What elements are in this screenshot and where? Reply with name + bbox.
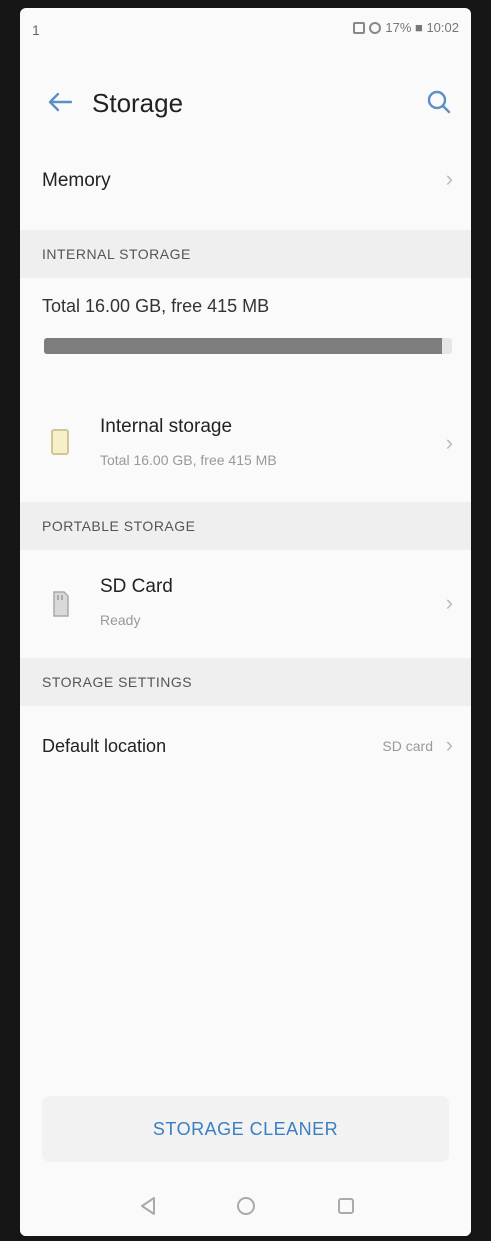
status-bar: 1 17% ■ 10:02 — [20, 8, 471, 52]
default-location-label: Default location — [42, 736, 167, 756]
section-header-label: PORTABLE STORAGE — [42, 518, 196, 534]
section-header-label: INTERNAL STORAGE — [42, 246, 191, 262]
chevron-right-icon: › — [445, 732, 453, 757]
page-title: Storage — [92, 88, 184, 118]
memory-row[interactable]: Memory › — [20, 148, 471, 212]
status-icons: 17% ■ 10:02 — [353, 20, 459, 35]
storage-cleaner-button[interactable]: STORAGE CLEANER — [42, 1096, 449, 1162]
circle-home-icon — [237, 1197, 255, 1215]
chevron-right-icon: › — [445, 166, 453, 191]
phone-storage-icon — [51, 429, 69, 455]
sd-card-item[interactable]: SD Card Ready › — [20, 560, 471, 648]
storage-usage-fill — [44, 338, 442, 354]
status-right-text: 17% ■ 10:02 — [385, 20, 459, 35]
device-frame: 1 17% ■ 10:02 Storage Memory › INTERNAL … — [0, 0, 491, 1241]
default-location-row[interactable]: Default location SD card › — [20, 714, 471, 778]
section-header-internal-storage: INTERNAL STORAGE — [20, 230, 471, 278]
chevron-right-icon: › — [445, 430, 453, 455]
arrow-left-icon — [48, 92, 73, 112]
internal-storage-subtitle: Total 16.00 GB, free 415 MB — [100, 452, 277, 468]
sd-card-icon — [53, 591, 69, 617]
nav-back-button[interactable] — [132, 1190, 164, 1222]
internal-storage-title: Internal storage — [100, 416, 233, 437]
search-button[interactable] — [421, 84, 457, 120]
status-left-text: 1 — [32, 22, 40, 38]
section-header-label: STORAGE SETTINGS — [42, 674, 193, 690]
memory-label: Memory — [42, 170, 111, 191]
storage-usage-bar — [44, 338, 452, 354]
sync-icon — [369, 21, 382, 34]
default-location-value: SD card — [382, 738, 433, 754]
section-header-storage-settings: STORAGE SETTINGS — [20, 658, 471, 706]
sd-card-title: SD Card — [100, 576, 173, 597]
app-bar: Storage — [20, 68, 471, 138]
internal-total-text: Total 16.00 GB, free 415 MB — [42, 296, 270, 316]
sd-card-status: Ready — [100, 612, 141, 628]
nav-home-button[interactable] — [230, 1190, 262, 1222]
nav-recents-button[interactable] — [330, 1190, 362, 1222]
back-button[interactable] — [42, 84, 78, 120]
section-header-portable-storage: PORTABLE STORAGE — [20, 502, 471, 550]
search-icon — [427, 90, 451, 114]
notification-icon — [353, 21, 366, 34]
square-recents-icon — [338, 1198, 354, 1214]
navigation-bar — [20, 1176, 471, 1236]
internal-storage-item[interactable]: Internal storage Total 16.00 GB, free 41… — [20, 400, 471, 488]
triangle-back-icon — [141, 1197, 155, 1215]
screen: 1 17% ■ 10:02 Storage Memory › INTERNAL … — [20, 8, 471, 1236]
chevron-right-icon: › — [445, 590, 453, 615]
